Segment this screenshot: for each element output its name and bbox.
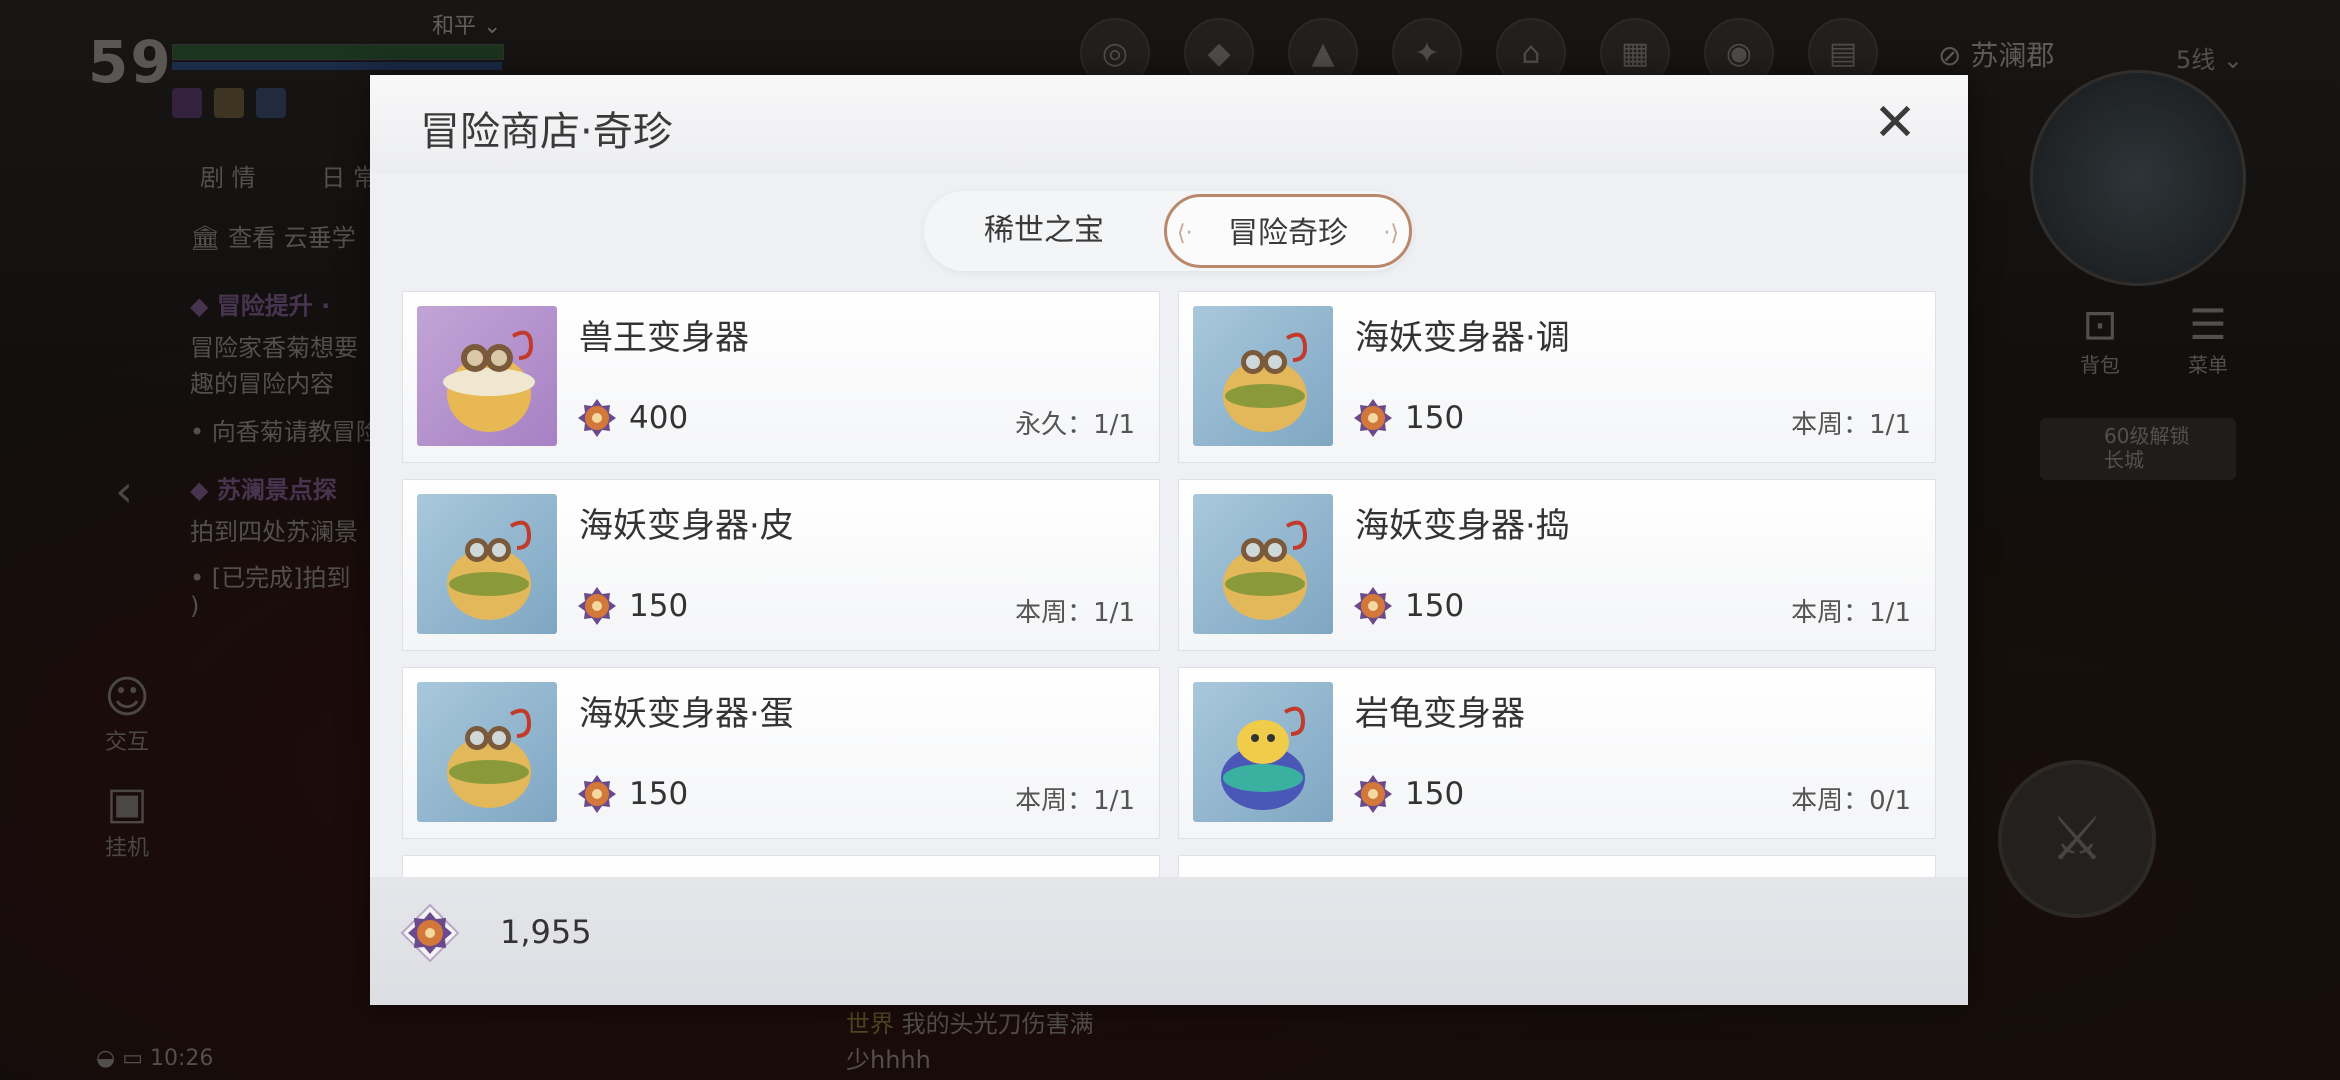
item-price: 150 (1405, 776, 1465, 812)
item-name: 海妖变身器·皮 (579, 506, 794, 546)
transformer-charm-icon (1223, 332, 1308, 432)
item-price: 150 (1405, 588, 1465, 624)
close-icon: ✕ (1873, 93, 1917, 153)
purchase-limit: 本周：1/1 (1015, 786, 1135, 816)
currency-badge (400, 903, 460, 963)
shop-item-card[interactable]: 海妖变身器·捣 150 本周：1/1 (1178, 479, 1936, 651)
item-name: 海妖变身器·捣 (1355, 506, 1570, 546)
tab-rare-treasure[interactable]: 稀世之宝 (924, 191, 1164, 271)
item-thumbnail (417, 682, 557, 822)
adventure-coin-icon (1354, 775, 1392, 813)
item-price: 150 (629, 588, 689, 624)
transformer-charm-icon (443, 330, 535, 432)
item-thumbnail (417, 306, 557, 446)
shop-dialog: 冒险商店·奇珍 ✕ 稀世之宝 ⟨· 冒险奇珍 ·⟩ 兽王变身器 400 永久：1… (370, 75, 1968, 1005)
purchase-limit: 本周：1/1 (1015, 598, 1135, 628)
item-price: 150 (1405, 400, 1465, 436)
adventure-coin-icon (400, 903, 460, 963)
adventure-coin-icon (578, 775, 616, 813)
item-price: 400 (629, 400, 689, 436)
item-thumbnail (1193, 306, 1333, 446)
shop-item-card[interactable]: 海妖变身器·蛋 150 本周：1/1 (402, 667, 1160, 839)
turtle-charm-icon (1221, 706, 1306, 810)
adventure-coin-icon (1354, 587, 1392, 625)
dialog-title: 冒险商店·奇珍 (420, 109, 673, 155)
purchase-limit: 本周：1/1 (1791, 598, 1911, 628)
shop-item-card[interactable]: 海妖变身器·调 150 本周：1/1 (1178, 291, 1936, 463)
item-price: 150 (629, 776, 689, 812)
item-name: 兽王变身器 (579, 318, 749, 358)
item-name: 岩龟变身器 (1355, 694, 1525, 734)
purchase-limit: 本周：1/1 (1791, 410, 1911, 440)
tab-ornament-icon: ·⟩ (1383, 221, 1399, 246)
item-grid: 兽王变身器 400 永久：1/1 海妖变身器·调 150 本周：1/1 海妖变身… (402, 291, 1936, 951)
shop-item-card[interactable]: 兽王变身器 400 永久：1/1 (402, 291, 1160, 463)
transformer-charm-icon (1223, 520, 1308, 620)
tab-ornament-icon: ⟨· (1177, 221, 1193, 246)
adventure-coin-icon (1354, 399, 1392, 437)
close-button[interactable]: ✕ (1868, 97, 1922, 151)
item-name: 海妖变身器·蛋 (579, 694, 794, 734)
item-name: 海妖变身器·调 (1355, 318, 1570, 358)
purchase-limit: 永久：1/1 (1015, 410, 1135, 440)
item-thumbnail (417, 494, 557, 634)
shop-item-card[interactable]: 海妖变身器·皮 150 本周：1/1 (402, 479, 1160, 651)
dialog-header: 冒险商店·奇珍 ✕ (370, 75, 1968, 173)
shop-tabs: 稀世之宝 ⟨· 冒险奇珍 ·⟩ (924, 191, 1412, 271)
transformer-charm-icon (447, 520, 532, 620)
tab-adventure-curio[interactable]: ⟨· 冒险奇珍 ·⟩ (1164, 194, 1412, 268)
item-thumbnail (1193, 682, 1333, 822)
item-thumbnail (1193, 494, 1333, 634)
dialog-footer: 1,955 (370, 877, 1968, 1005)
currency-amount: 1,955 (500, 913, 592, 951)
adventure-coin-icon (578, 399, 616, 437)
shop-item-card[interactable]: 岩龟变身器 150 本周：0/1 (1178, 667, 1936, 839)
adventure-coin-icon (578, 587, 616, 625)
transformer-charm-icon (447, 708, 532, 808)
purchase-limit: 本周：0/1 (1791, 786, 1911, 816)
